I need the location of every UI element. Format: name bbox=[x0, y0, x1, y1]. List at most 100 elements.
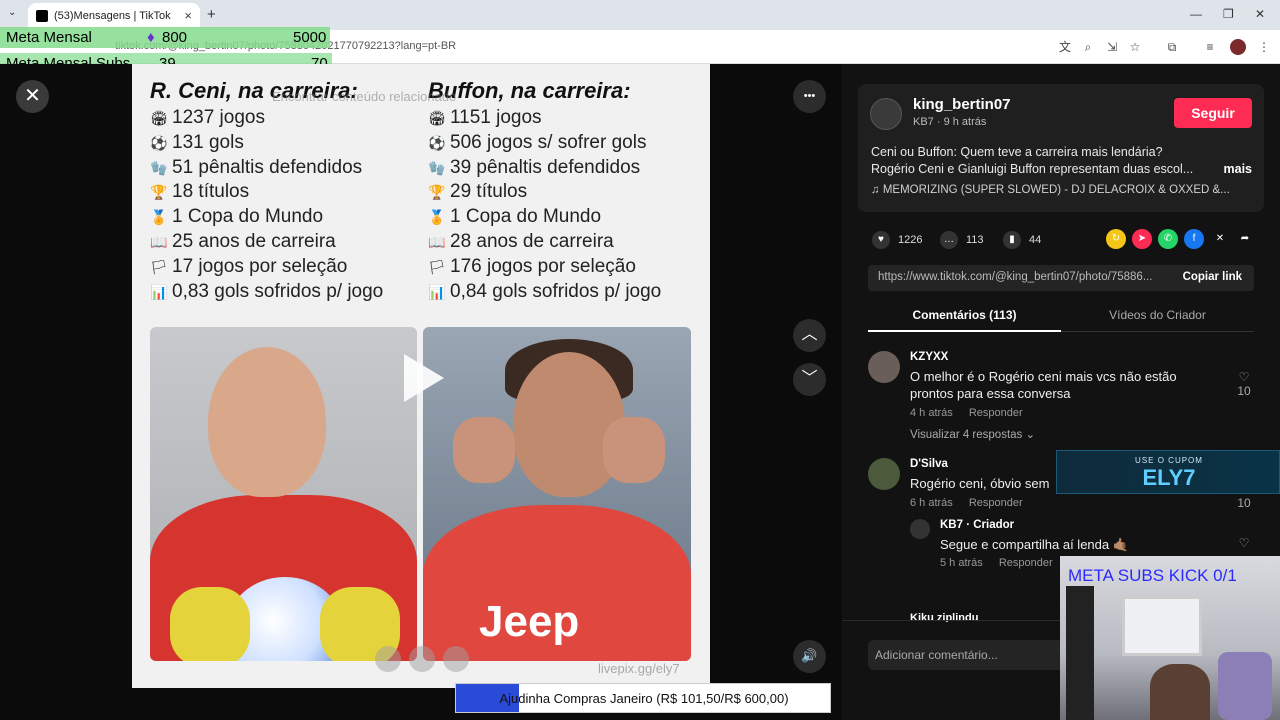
previous-post-button[interactable]: ︿ bbox=[793, 319, 826, 352]
follow-button[interactable]: Seguir bbox=[1174, 98, 1252, 128]
translate-icon[interactable]: 文 bbox=[1057, 39, 1073, 55]
repost-icon[interactable]: ↻ bbox=[1106, 229, 1126, 249]
tab-list-chevron-icon[interactable]: ⌄ bbox=[8, 7, 16, 18]
description-more-link[interactable]: mais bbox=[1224, 161, 1253, 178]
stat-text: 1151 jogos bbox=[450, 107, 542, 128]
share-more-icon[interactable]: ➦ bbox=[1235, 229, 1255, 249]
ceni-photo bbox=[150, 327, 417, 661]
music-link[interactable]: ♫ MEMORIZING (SUPER SLOWED) - DJ DELACRO… bbox=[871, 184, 1230, 196]
reply-meta: 5 h atrás Responder bbox=[940, 557, 1053, 569]
photo-slide[interactable]: R. Ceni, na carreira: 🏟 1237 jogos ⚽ 131 go… bbox=[132, 64, 710, 688]
send-icon[interactable]: ➤ bbox=[1132, 229, 1152, 249]
author-username[interactable]: king_bertin07 bbox=[913, 96, 1011, 113]
bookmark-star-icon[interactable]: ☆ bbox=[1127, 39, 1143, 55]
minimize-icon[interactable]: — bbox=[1190, 7, 1202, 21]
facebook-icon[interactable]: f bbox=[1184, 229, 1204, 249]
post-info-card: king_bertin07 KB7 · 9 h atrás Seguir Cen… bbox=[858, 84, 1264, 212]
next-post-button[interactable]: ﹀ bbox=[793, 363, 826, 396]
webcam-chair bbox=[1218, 652, 1272, 720]
post-link-box: https://www.tiktok.com/@king_bertin07/ph… bbox=[868, 265, 1254, 291]
new-tab-icon[interactable]: + bbox=[207, 6, 216, 23]
stat-text: 25 anos de carreira bbox=[172, 230, 336, 252]
stat-text: 17 jogos por seleção bbox=[172, 255, 348, 277]
stat-text: 28 anos de carreira bbox=[450, 230, 614, 252]
stat-icon: 🏅 bbox=[428, 209, 446, 226]
stat-text: 29 títulos bbox=[450, 181, 528, 203]
heart-icon: ♥ bbox=[872, 231, 890, 249]
reply-like[interactable]: ♡ bbox=[1234, 536, 1254, 550]
donation-progress-bar: Ajudinha Compras Janeiro (R$ 101,50/R$ 6… bbox=[455, 683, 831, 713]
webcam-goal-title: META SUBS KICK 0/1 bbox=[1068, 566, 1237, 585]
post-link-text[interactable]: https://www.tiktok.com/@king_bertin07/ph… bbox=[878, 271, 1152, 283]
reply-button[interactable]: Responder bbox=[969, 407, 1023, 419]
browser-menu-icon[interactable]: ⋮ bbox=[1256, 39, 1272, 55]
buffon-hand-left bbox=[453, 417, 515, 483]
media-control-icon[interactable]: ≡ bbox=[1202, 39, 1218, 55]
description-line-2: Rogério Ceni e Gianluigi Buffon represen… bbox=[871, 162, 1194, 176]
coupon-label: USE O CUPOM bbox=[1135, 456, 1203, 465]
author-subline: KB7 · 9 h atrás bbox=[913, 116, 987, 128]
close-viewer-button[interactable]: ✕ bbox=[16, 80, 49, 113]
copy-link-button[interactable]: Copiar link bbox=[1183, 271, 1242, 283]
stat-icon: 📊 bbox=[428, 283, 446, 300]
like-action[interactable]: ♥ 1226 bbox=[872, 231, 922, 249]
comment-meta: 4 h atrás Responder bbox=[910, 407, 1023, 419]
comment-avatar[interactable] bbox=[868, 458, 900, 490]
reply-time: 5 h atrás bbox=[940, 557, 983, 569]
stat-row: 🧤 39 pênaltis defendidos bbox=[428, 156, 661, 181]
related-search-hint[interactable]: Encontrar conteúdo relacionado bbox=[272, 89, 456, 104]
screen: ⌄ (53)Mensagens | TikTok × + — ❐ ✕ tikto… bbox=[0, 0, 1280, 720]
stat-text: 39 pênaltis defendidos bbox=[450, 156, 641, 178]
stat-text: 0,84 gols sofridos p/ jogo bbox=[450, 280, 662, 302]
view-replies-link[interactable]: Visualizar 4 respostas ⌄ bbox=[910, 427, 1035, 441]
profile-avatar-icon[interactable] bbox=[1230, 39, 1246, 55]
restore-icon[interactable]: ❐ bbox=[1223, 7, 1234, 21]
comment-meta: 6 h atrás Responder bbox=[910, 497, 1023, 509]
install-app-icon[interactable]: ⇲ bbox=[1104, 39, 1120, 55]
left-stats-column: R. Ceni, na carreira: 🏟 1237 jogos ⚽ 131 go… bbox=[150, 78, 383, 304]
webcam-curtain bbox=[1066, 586, 1094, 720]
browser-tab-bar: ⌄ (53)Mensagens | TikTok × + — ❐ ✕ bbox=[0, 0, 1280, 30]
stat-icon: 📊 bbox=[150, 283, 168, 300]
comment-avatar[interactable] bbox=[868, 351, 900, 383]
stat-text: 1237 jogos bbox=[172, 107, 265, 128]
comment-like[interactable]: ♡ 10 bbox=[1234, 370, 1254, 398]
comment-author[interactable]: D'Silva bbox=[910, 458, 948, 470]
comment-author[interactable]: KZYXX bbox=[910, 351, 948, 363]
tab-creator-videos[interactable]: Vídeos do Criador bbox=[1061, 308, 1254, 322]
carousel-next-dot[interactable] bbox=[443, 646, 469, 672]
tab-close-icon[interactable]: × bbox=[184, 8, 192, 23]
reply-avatar[interactable] bbox=[910, 519, 930, 539]
reply-button[interactable]: Responder bbox=[999, 557, 1053, 569]
stat-row: 📊 0,84 gols sofridos p/ jogo bbox=[428, 280, 661, 305]
reply-author[interactable]: KB7 · Criador bbox=[940, 519, 1014, 531]
author-avatar[interactable] bbox=[870, 98, 902, 130]
carousel-current-dot[interactable] bbox=[409, 646, 435, 672]
carousel-dots[interactable] bbox=[375, 646, 469, 672]
close-window-icon[interactable]: ✕ bbox=[1255, 7, 1265, 21]
reply-button[interactable]: Responder bbox=[969, 497, 1023, 509]
buffon-head bbox=[513, 352, 625, 497]
stat-row: 🏳 17 jogos por seleção bbox=[150, 255, 383, 280]
tab-underline bbox=[868, 330, 1061, 332]
x-icon[interactable]: ✕ bbox=[1210, 229, 1230, 249]
webcam-window bbox=[1122, 596, 1202, 656]
tab-comments[interactable]: Comentários (113) bbox=[868, 308, 1061, 322]
whatsapp-icon[interactable]: ✆ bbox=[1158, 229, 1178, 249]
comment-action[interactable]: … 113 bbox=[940, 231, 984, 249]
play-icon[interactable] bbox=[404, 354, 444, 402]
comment-like[interactable]: 10 bbox=[1234, 496, 1254, 510]
coupon-code: ELY7 bbox=[1142, 465, 1196, 490]
carousel-prev-dot[interactable] bbox=[375, 646, 401, 672]
stat-row: 🏆 29 títulos bbox=[428, 180, 661, 205]
extensions-icon[interactable]: ⧉ bbox=[1164, 39, 1180, 55]
browser-tab-tiktok[interactable]: (53)Mensagens | TikTok × bbox=[28, 3, 200, 30]
volume-button[interactable]: 🔊 bbox=[793, 640, 826, 673]
stat-icon: 🏆 bbox=[150, 184, 168, 201]
meta-mensal-bar: Meta Mensal ♦ 800 5000 bbox=[0, 27, 330, 48]
zoom-icon[interactable]: ⌕ bbox=[1080, 39, 1096, 55]
coupon-banner: USE O CUPOM ELY7 bbox=[1056, 450, 1280, 494]
save-action[interactable]: ▮ 44 bbox=[1003, 231, 1041, 249]
more-options-button[interactable]: ••• bbox=[793, 80, 826, 113]
reply-text: Segue e compartilha aí lenda 🤙🏽 bbox=[940, 537, 1129, 552]
